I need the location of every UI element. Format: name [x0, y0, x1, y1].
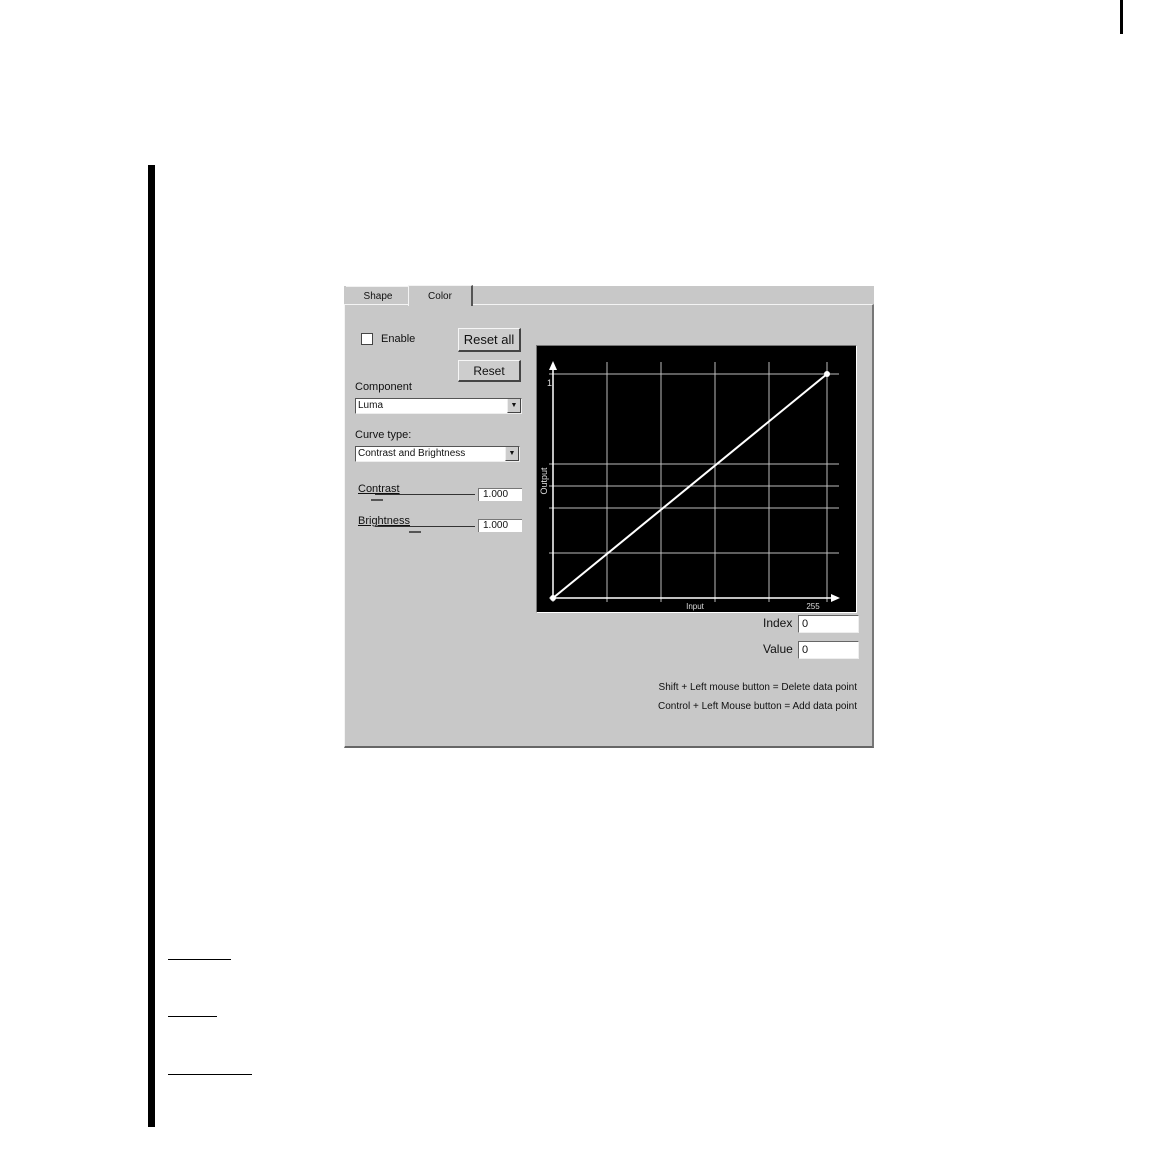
value-field[interactable]: 0: [798, 641, 859, 659]
component-value: Luma: [358, 400, 384, 411]
footnote-rule-2: [168, 1016, 217, 1017]
contrast-value[interactable]: 1.000: [478, 488, 522, 501]
footnote-rule-1: [168, 959, 231, 960]
delete-point-hint: Shift + Left mouse button = Delete data …: [658, 682, 857, 693]
color-curve-dialog: Shape Color Enable Reset all Reset Compo…: [344, 285, 874, 748]
index-field[interactable]: 0: [798, 615, 859, 633]
contrast-slider-thumb[interactable]: [371, 499, 383, 501]
y-max-label: 1: [547, 378, 552, 388]
y-axis-label: Output: [539, 467, 549, 495]
x-axis-label: Input: [686, 602, 705, 611]
brightness-slider-thumb[interactable]: [409, 531, 421, 533]
tab-color[interactable]: Color: [408, 285, 473, 306]
tab-strip: Shape Color: [344, 285, 874, 306]
curve-control-point[interactable]: [550, 595, 556, 601]
page-margin-rule: [1120, 0, 1123, 34]
curve-type-select[interactable]: Contrast and Brightness ▼: [355, 446, 520, 462]
enable-label: Enable: [381, 333, 416, 345]
add-point-hint: Control + Left Mouse button = Add data p…: [657, 701, 857, 712]
chevron-down-icon[interactable]: ▼: [505, 447, 519, 461]
enable-checkbox-row[interactable]: Enable: [361, 333, 415, 345]
value-label: Value: [763, 642, 793, 656]
reset-all-button[interactable]: Reset all: [458, 328, 521, 352]
brightness-slider-track[interactable]: [375, 526, 475, 527]
enable-checkbox[interactable]: [361, 333, 373, 345]
reset-button[interactable]: Reset: [458, 360, 521, 382]
component-select[interactable]: Luma ▼: [355, 398, 522, 414]
component-label: Component: [355, 381, 412, 393]
footnote-rule-3: [168, 1074, 252, 1075]
curve-type-value: Contrast and Brightness: [358, 448, 466, 459]
chevron-down-icon[interactable]: ▼: [507, 399, 521, 413]
contrast-slider-track[interactable]: [375, 494, 475, 495]
curve-type-label: Curve type:: [355, 429, 412, 441]
curve-control-point[interactable]: [824, 371, 830, 377]
curve-graph-canvas[interactable]: 1 Output Input 255: [537, 346, 856, 612]
brightness-value[interactable]: 1.000: [478, 519, 522, 532]
index-label: Index: [763, 616, 793, 630]
x-max-label: 255: [806, 602, 820, 611]
color-tab-panel: Enable Reset all Reset Component Luma ▼ …: [344, 304, 874, 748]
tab-shape[interactable]: Shape: [346, 286, 410, 305]
curve-graph[interactable]: 1 Output Input 255: [536, 345, 857, 613]
change-bar: [148, 165, 155, 1127]
